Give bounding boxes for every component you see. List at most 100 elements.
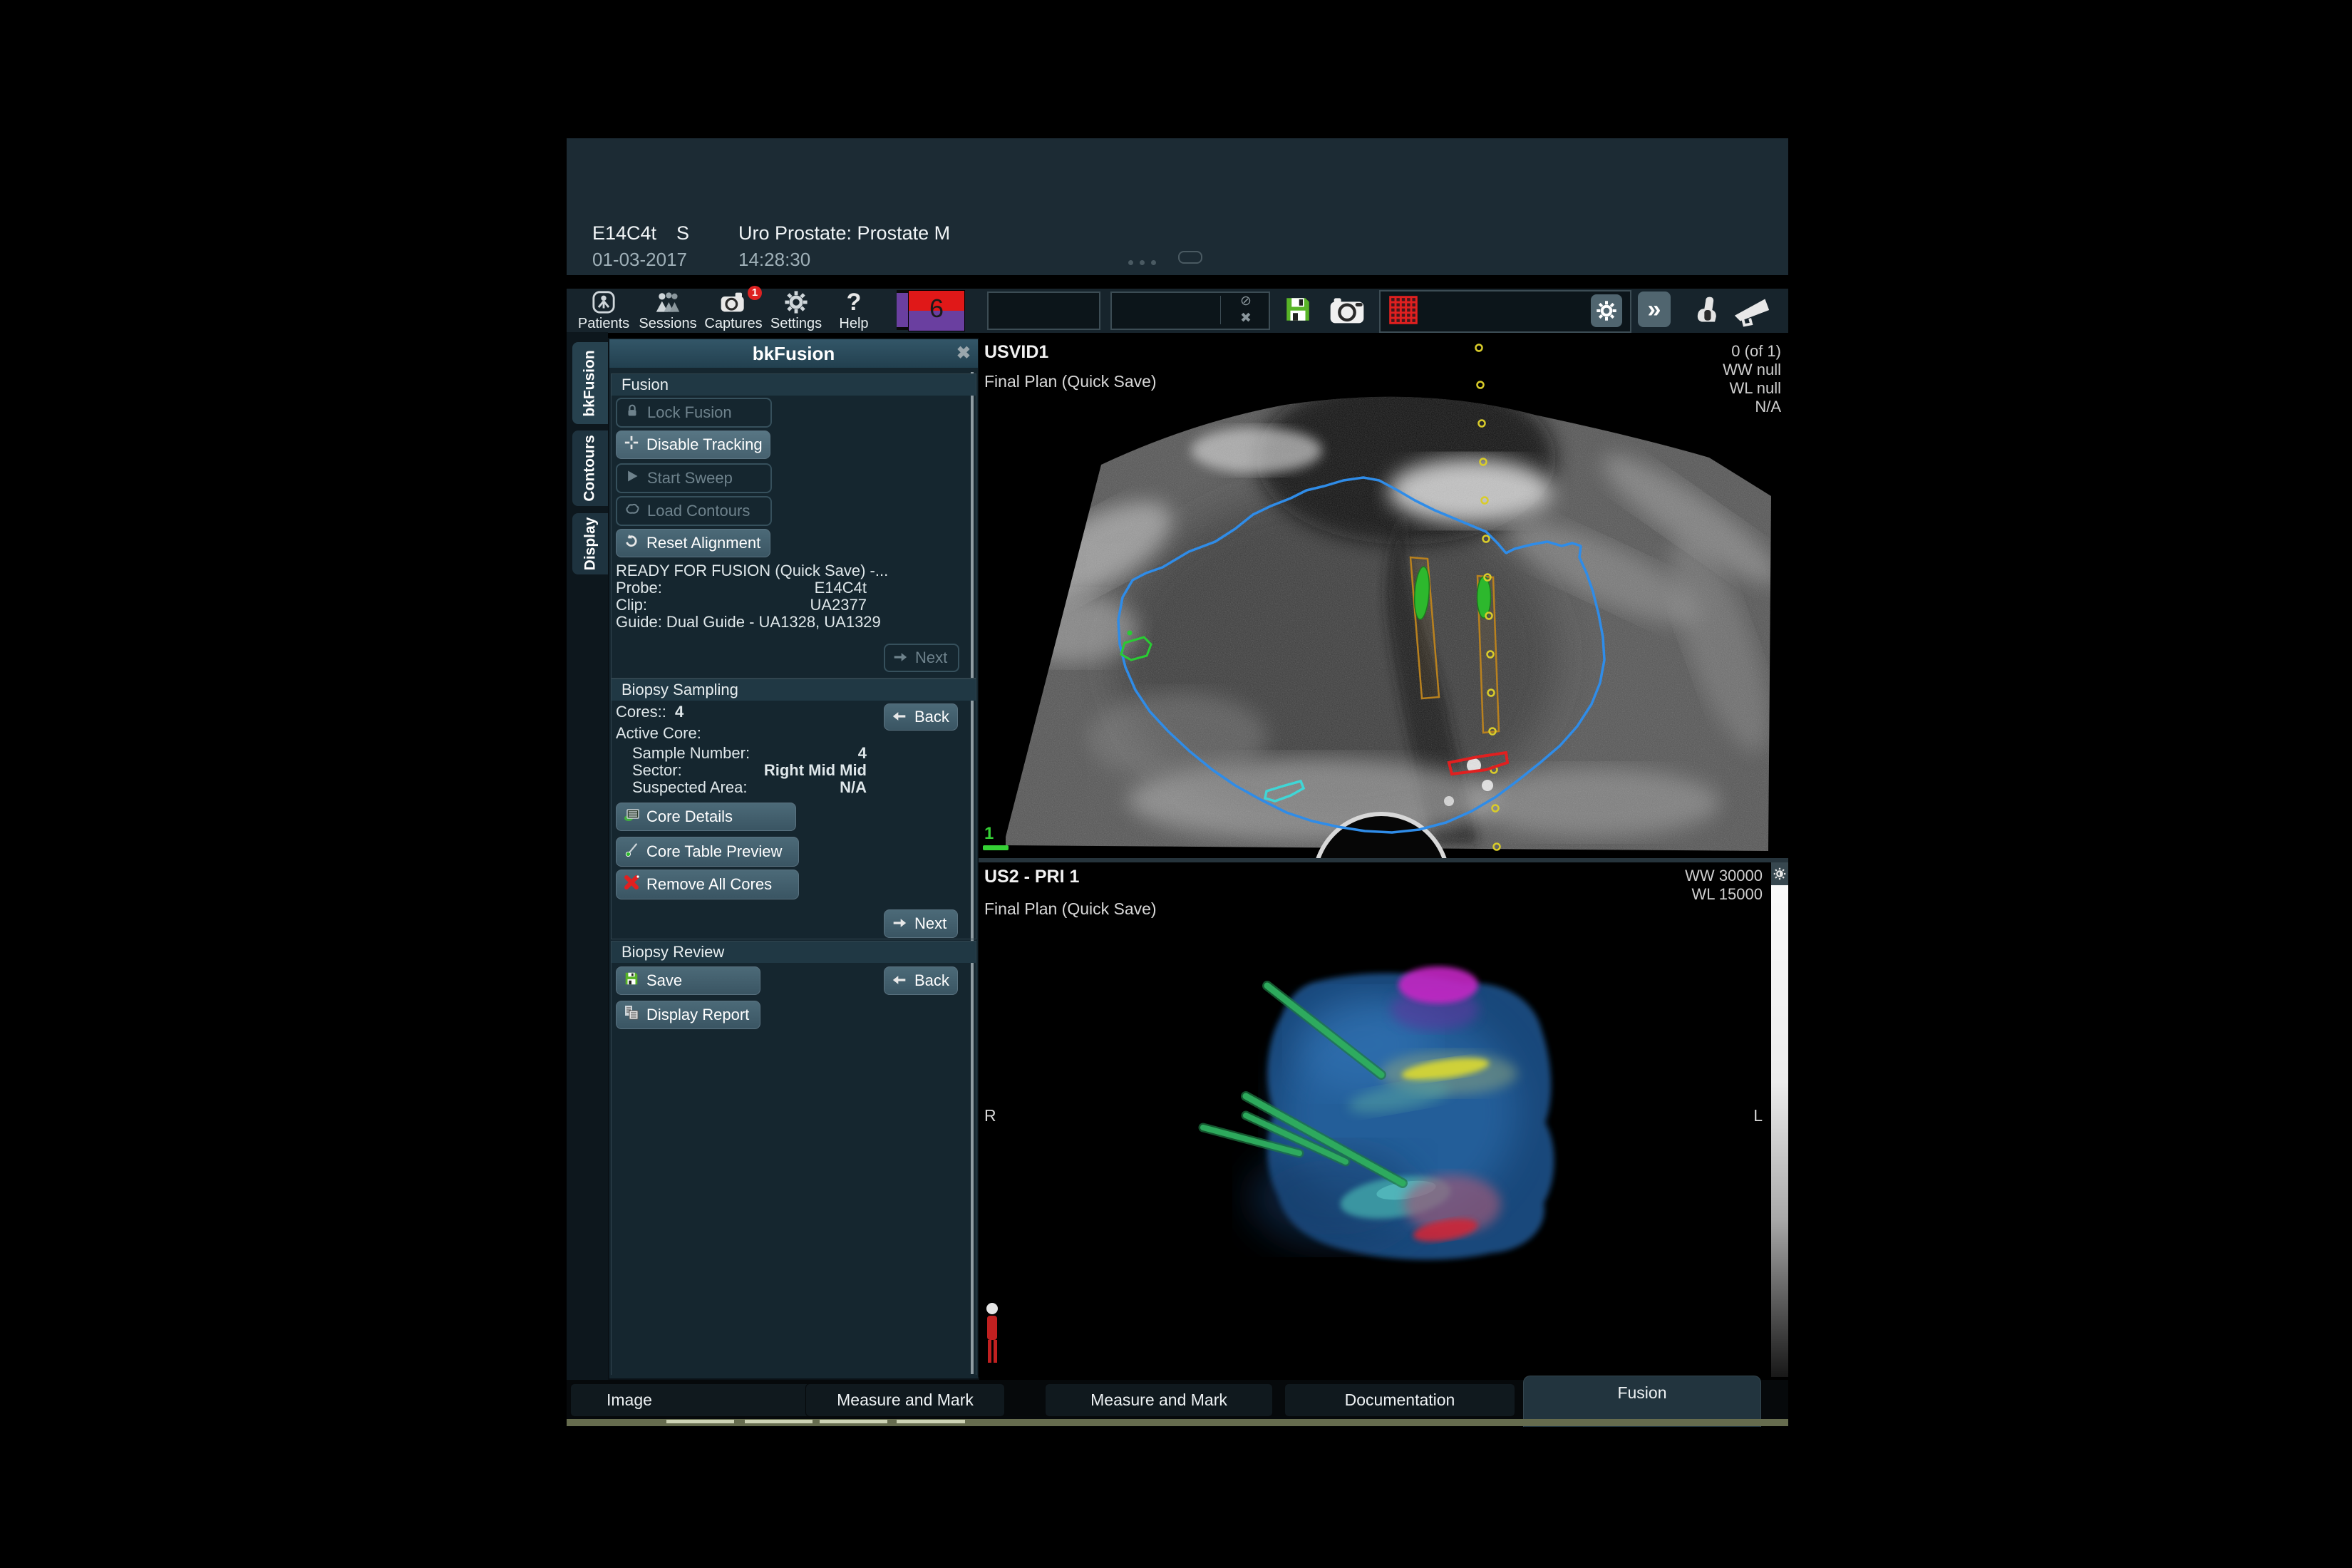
sampling-next-button[interactable]: Next bbox=[884, 909, 958, 938]
ultrasound-2d-viewport[interactable]: USVID1 Final Plan (Quick Save) 0 (of 1) … bbox=[979, 338, 1788, 858]
study-description: Uro Prostate: Prostate M bbox=[738, 222, 950, 244]
toolbar-captures-button[interactable]: 1 Captures bbox=[703, 290, 763, 332]
fusion-section-header: Fusion bbox=[612, 374, 976, 396]
active-core-label: Active Core: bbox=[616, 724, 701, 743]
tab-image[interactable]: Image bbox=[570, 1383, 835, 1417]
ultrasound-2d-image bbox=[979, 338, 1788, 858]
cores-value: 4 bbox=[675, 703, 684, 721]
side-tab-display[interactable]: Display bbox=[572, 513, 608, 574]
contrast-gear-button[interactable] bbox=[1771, 862, 1788, 885]
side-tab-bkfusion[interactable]: bkFusion bbox=[572, 342, 608, 424]
viewport-bottom-meta: WW 30000 WL 15000 bbox=[1685, 867, 1763, 904]
save-button[interactable]: Save bbox=[616, 966, 760, 995]
toolbar-help-label: Help bbox=[839, 316, 868, 331]
floppy-save-icon bbox=[1283, 315, 1313, 327]
clear-icon[interactable]: ✖ bbox=[1232, 310, 1260, 326]
announcement-button[interactable] bbox=[1732, 293, 1773, 331]
back-arrow-icon bbox=[884, 971, 914, 990]
undo-icon bbox=[617, 533, 646, 553]
grayscale-bar[interactable] bbox=[1771, 885, 1788, 1377]
frame-counter: 0 (of 1) bbox=[1723, 342, 1781, 361]
remove-all-cores-button[interactable]: Remove All Cores bbox=[616, 870, 799, 899]
side-tab-contours[interactable]: Contours bbox=[572, 430, 608, 506]
toolbar-patients-button[interactable]: Patients bbox=[575, 290, 632, 332]
layout-thumbnail[interactable]: 5 6 bbox=[897, 290, 964, 330]
patient-banner: E14C4t S Uro Prostate: Prostate M 01-03-… bbox=[567, 138, 1788, 275]
tab-measure-and-mark-1[interactable]: Measure and Mark bbox=[805, 1383, 1005, 1417]
biopsy-grid-icon[interactable] bbox=[1388, 294, 1419, 329]
snapshot-button[interactable] bbox=[1329, 296, 1365, 328]
bkfusion-panel: bkFusion ✖ Fusion Lock Fusion Disable Tr… bbox=[608, 338, 979, 1380]
bottom-accent-bar bbox=[567, 1419, 1788, 1426]
save-capture-button[interactable] bbox=[1283, 294, 1313, 328]
viewport-top-plan: Final Plan (Quick Save) bbox=[984, 372, 1157, 391]
help-icon: ? bbox=[829, 290, 879, 316]
contrast-gear-icon bbox=[1773, 867, 1786, 880]
next-arrow-icon bbox=[885, 649, 915, 667]
sessions-icon bbox=[638, 290, 698, 316]
window-width: WW 30000 bbox=[1685, 867, 1763, 885]
sweep-marker-bar bbox=[983, 845, 1009, 850]
target-dot bbox=[1128, 631, 1133, 636]
core-details-button[interactable]: Core Details bbox=[616, 803, 796, 831]
guide-line: Guide: Dual Guide - UA1328, UA1329 bbox=[616, 613, 881, 631]
probe-button[interactable] bbox=[1691, 294, 1723, 329]
toolbar-settings-label: Settings bbox=[770, 316, 822, 331]
review-back-button[interactable]: Back bbox=[884, 966, 958, 995]
disable-tracking-button[interactable]: Disable Tracking bbox=[616, 430, 770, 459]
back-arrow-icon bbox=[884, 708, 914, 726]
biopsy-sampling-header: Biopsy Sampling bbox=[612, 679, 976, 701]
grid-settings-button[interactable] bbox=[1591, 294, 1622, 327]
tab-documentation[interactable]: Documentation bbox=[1284, 1383, 1515, 1417]
toolbar-sessions-button[interactable]: Sessions bbox=[638, 290, 698, 332]
toolbar-field-1[interactable] bbox=[987, 292, 1100, 330]
orientation-left-label: L bbox=[1753, 1106, 1763, 1125]
bottom-tab-bar: Image Measure and Mark Measure and Mark … bbox=[567, 1380, 1788, 1419]
window-handle-dots bbox=[1128, 256, 1162, 269]
report-icon bbox=[617, 1004, 646, 1026]
study-date: 01-03-2017 bbox=[592, 249, 687, 271]
floppy-save-icon bbox=[617, 971, 646, 991]
toolbar-captures-label: Captures bbox=[704, 316, 762, 331]
camera-icon: 1 bbox=[703, 290, 763, 316]
panel-close-icon[interactable]: ✖ bbox=[956, 339, 971, 368]
toolbar-help-button[interactable]: ? Help bbox=[829, 290, 879, 332]
window-width: WW null bbox=[1723, 361, 1781, 379]
next-arrow-icon bbox=[884, 914, 914, 933]
lock-fusion-button[interactable]: Lock Fusion bbox=[616, 398, 772, 428]
crosshair-icon bbox=[617, 435, 646, 455]
cores-label: Cores:: bbox=[616, 703, 666, 721]
toolbar-field-2[interactable]: ⊘ ✖ bbox=[1110, 292, 1270, 330]
annotate-icon[interactable]: ⊘ bbox=[1232, 293, 1260, 309]
na-indicator: N/A bbox=[1723, 398, 1781, 416]
patient-flag: S bbox=[676, 222, 689, 244]
expand-toolbar-button[interactable]: » bbox=[1638, 292, 1671, 327]
model-3d-viewport[interactable]: US2 - PRI 1 Final Plan (Quick Save) WW 3… bbox=[979, 862, 1788, 1377]
window-handle-oval[interactable] bbox=[1178, 251, 1202, 264]
toolbar-patients-label: Patients bbox=[578, 316, 629, 331]
viewport-top-source: USVID1 bbox=[984, 342, 1048, 363]
display-report-button[interactable]: Display Report bbox=[616, 1001, 760, 1029]
start-sweep-button[interactable]: Start Sweep bbox=[616, 463, 772, 493]
gear-icon bbox=[769, 290, 823, 316]
snapshot-camera-icon bbox=[1329, 315, 1365, 327]
viewport-bottom-plan: Final Plan (Quick Save) bbox=[984, 899, 1157, 919]
reset-alignment-button[interactable]: Reset Alignment bbox=[616, 529, 770, 557]
fusion-next-button[interactable]: Next bbox=[884, 644, 959, 672]
load-contours-button[interactable]: Load Contours bbox=[616, 496, 772, 526]
sampling-back-button[interactable]: Back bbox=[884, 703, 958, 731]
toolbar-settings-button[interactable]: Settings bbox=[769, 290, 823, 332]
main-toolbar: Patients Sessions 1 Captures Settings ? … bbox=[567, 288, 1788, 333]
core-table-preview-button[interactable]: Core Table Preview bbox=[616, 837, 799, 867]
orientation-right-label: R bbox=[984, 1106, 996, 1125]
patient-id: E14C4t bbox=[592, 222, 656, 244]
panel-title: bkFusion ✖ bbox=[609, 339, 978, 368]
play-icon bbox=[617, 469, 647, 488]
tab-measure-and-mark-2[interactable]: Measure and Mark bbox=[1045, 1383, 1273, 1417]
patient-icon bbox=[575, 290, 632, 316]
viewport-top-meta: 0 (of 1) WW null WL null N/A bbox=[1723, 342, 1781, 416]
biopsy-review-header: Biopsy Review bbox=[612, 942, 976, 963]
viewport-bottom-source: US2 - PRI 1 bbox=[984, 867, 1079, 887]
probe-value: E14C4t bbox=[616, 579, 867, 597]
grid-status-box bbox=[1379, 290, 1631, 333]
